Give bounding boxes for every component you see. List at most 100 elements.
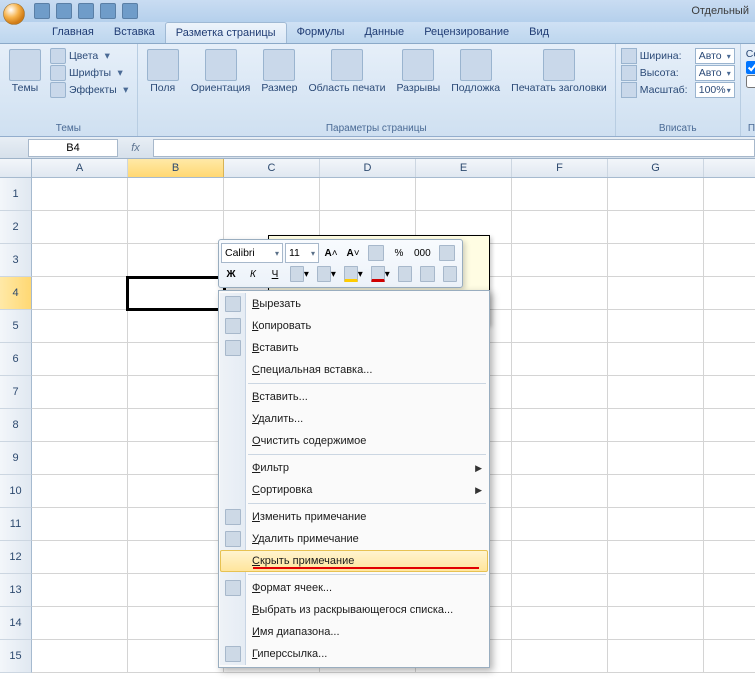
cell[interactable] [512, 607, 608, 639]
menu-item[interactable]: Очистить содержимое [220, 430, 488, 452]
col-header[interactable]: C [224, 159, 320, 177]
cell[interactable] [416, 178, 512, 210]
cell[interactable] [608, 640, 704, 672]
cell[interactable] [608, 409, 704, 441]
row-header[interactable]: 10 [0, 475, 32, 508]
italic-button[interactable]: К [243, 264, 263, 284]
cell[interactable] [32, 343, 128, 375]
menu-item[interactable]: Специальная вставка... [220, 359, 488, 381]
cell[interactable] [608, 607, 704, 639]
font-color-button[interactable]: ▾ [368, 264, 393, 284]
menu-item[interactable]: Сортировка▶ [220, 479, 488, 501]
cell[interactable] [512, 409, 608, 441]
height-control[interactable]: Высота:Авто▾ [621, 65, 735, 81]
tab-formulas[interactable]: Формулы [287, 22, 355, 43]
menu-item[interactable]: Скрыть примечание [220, 550, 488, 572]
fonts-button[interactable]: Шрифты▾ [50, 65, 132, 81]
cell[interactable] [32, 442, 128, 474]
cell[interactable] [32, 475, 128, 507]
row-header[interactable]: 13 [0, 574, 32, 607]
font-size-combo[interactable]: 11▾ [285, 243, 319, 263]
gridlines-view-check[interactable]: Вид [746, 61, 755, 74]
qat-undo-icon[interactable] [56, 3, 72, 19]
cell[interactable] [512, 343, 608, 375]
fill-color-button[interactable]: ▾ [341, 264, 366, 284]
row-header[interactable]: 8 [0, 409, 32, 442]
qat-print-icon[interactable] [100, 3, 116, 19]
row-header[interactable]: 6 [0, 343, 32, 376]
menu-item[interactable]: Изменить примечание [220, 506, 488, 528]
percent-button[interactable]: % [389, 243, 409, 263]
size-button[interactable]: Размер [258, 47, 300, 96]
row-header[interactable]: 2 [0, 211, 32, 244]
qat-redo-icon[interactable] [78, 3, 94, 19]
cell[interactable] [128, 508, 224, 540]
col-header[interactable]: F [512, 159, 608, 177]
gridlines-print-check[interactable]: Печать [746, 75, 755, 88]
cell[interactable] [512, 475, 608, 507]
row-header[interactable]: 9 [0, 442, 32, 475]
row-header[interactable]: 11 [0, 508, 32, 541]
border-button[interactable]: ▾ [314, 264, 339, 284]
cell[interactable] [32, 211, 128, 243]
cell[interactable] [128, 574, 224, 606]
select-all-corner[interactable] [0, 159, 32, 177]
row-header[interactable]: 5 [0, 310, 32, 343]
gridlines-view-checkbox[interactable] [746, 61, 755, 74]
cell[interactable] [512, 376, 608, 408]
cell[interactable] [608, 442, 704, 474]
cell[interactable] [32, 310, 128, 342]
cell[interactable] [512, 574, 608, 606]
menu-item[interactable]: Фильтр▶ [220, 457, 488, 479]
cell[interactable] [128, 310, 224, 342]
cell[interactable] [128, 409, 224, 441]
cell[interactable] [512, 178, 608, 210]
cell[interactable] [32, 574, 128, 606]
cell[interactable] [128, 607, 224, 639]
cell[interactable] [608, 343, 704, 375]
cell[interactable] [512, 640, 608, 672]
scale-control[interactable]: Масштаб:100%▾ [621, 82, 735, 98]
cell[interactable] [32, 409, 128, 441]
menu-item[interactable]: Удалить примечание [220, 528, 488, 550]
print-titles-button[interactable]: Печатать заголовки [508, 47, 610, 96]
col-header[interactable]: B [128, 159, 224, 177]
gridlines-print-checkbox[interactable] [746, 75, 755, 88]
menu-item[interactable]: Вставить... [220, 386, 488, 408]
cell[interactable] [608, 574, 704, 606]
cell[interactable] [128, 541, 224, 573]
currency-button[interactable] [436, 243, 458, 263]
col-header[interactable]: G [608, 159, 704, 177]
cell[interactable] [128, 244, 224, 276]
orientation-button[interactable]: Ориентация [188, 47, 254, 96]
cell[interactable] [32, 607, 128, 639]
cell[interactable] [608, 244, 704, 276]
colors-button[interactable]: Цвета▾ [50, 48, 132, 64]
cell[interactable] [128, 211, 224, 243]
row-header[interactable]: 15 [0, 640, 32, 673]
menu-item[interactable]: Удалить... [220, 408, 488, 430]
print-area-button[interactable]: Область печати [305, 47, 388, 96]
tab-home[interactable]: Главная [42, 22, 104, 43]
cell[interactable] [608, 376, 704, 408]
menu-item[interactable]: Имя диапазона... [220, 621, 488, 643]
cell[interactable] [608, 508, 704, 540]
tab-review[interactable]: Рецензирование [414, 22, 519, 43]
cell[interactable] [512, 541, 608, 573]
col-header[interactable]: E [416, 159, 512, 177]
name-box[interactable]: B4 [28, 139, 118, 157]
row-header[interactable]: 12 [0, 541, 32, 574]
cell[interactable] [128, 442, 224, 474]
cell[interactable] [608, 475, 704, 507]
cell[interactable] [512, 442, 608, 474]
menu-item[interactable]: Формат ячеек... [220, 577, 488, 599]
office-button[interactable] [3, 3, 25, 25]
bold-button[interactable]: Ж [221, 264, 241, 284]
format-painter-button[interactable] [365, 243, 387, 263]
formula-input[interactable] [153, 139, 755, 157]
comma-button[interactable]: 000 [411, 243, 434, 263]
cell[interactable] [32, 376, 128, 408]
cell[interactable] [608, 178, 704, 210]
row-header[interactable]: 4 [0, 277, 32, 310]
tab-data[interactable]: Данные [354, 22, 414, 43]
